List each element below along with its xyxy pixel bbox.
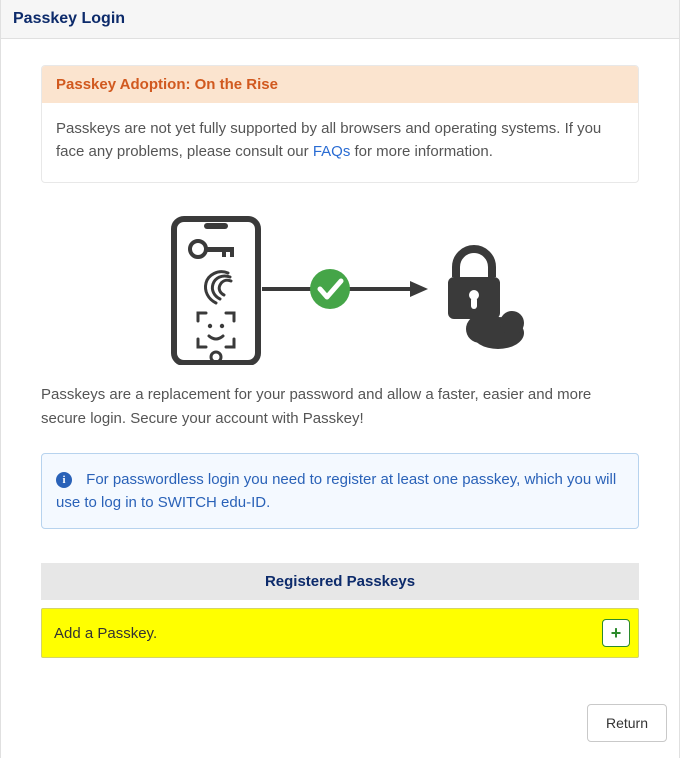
info-box: i For passwordless login you need to reg… bbox=[41, 453, 639, 530]
page: Passkey Login Passkey Adoption: On the R… bbox=[0, 0, 680, 758]
passkey-illustration bbox=[41, 207, 639, 383]
alert-body: Passkeys are not yet fully supported by … bbox=[42, 103, 638, 182]
faqs-link[interactable]: FAQs bbox=[313, 143, 351, 160]
alert-text-after: for more information. bbox=[350, 143, 493, 160]
plus-icon: + bbox=[611, 624, 622, 642]
registered-passkeys-header: Registered Passkeys bbox=[41, 563, 639, 600]
description-text: Passkeys are a replacement for your pass… bbox=[41, 383, 639, 431]
content: Passkey Adoption: On the Rise Passkeys a… bbox=[1, 39, 679, 684]
alert-card: Passkey Adoption: On the Rise Passkeys a… bbox=[41, 65, 639, 183]
page-title: Passkey Login bbox=[13, 10, 125, 27]
add-passkey-row: Add a Passkey. + bbox=[41, 608, 639, 658]
return-button[interactable]: Return bbox=[587, 704, 667, 742]
add-passkey-button[interactable]: + bbox=[602, 619, 630, 647]
page-header: Passkey Login bbox=[1, 0, 679, 39]
passkey-login-illustration-icon bbox=[150, 215, 530, 365]
info-icon: i bbox=[56, 472, 72, 488]
info-text: For passwordless login you need to regis… bbox=[56, 471, 616, 511]
alert-title: Passkey Adoption: On the Rise bbox=[42, 66, 638, 103]
add-passkey-label: Add a Passkey. bbox=[54, 625, 157, 642]
footer: Return bbox=[1, 684, 679, 758]
